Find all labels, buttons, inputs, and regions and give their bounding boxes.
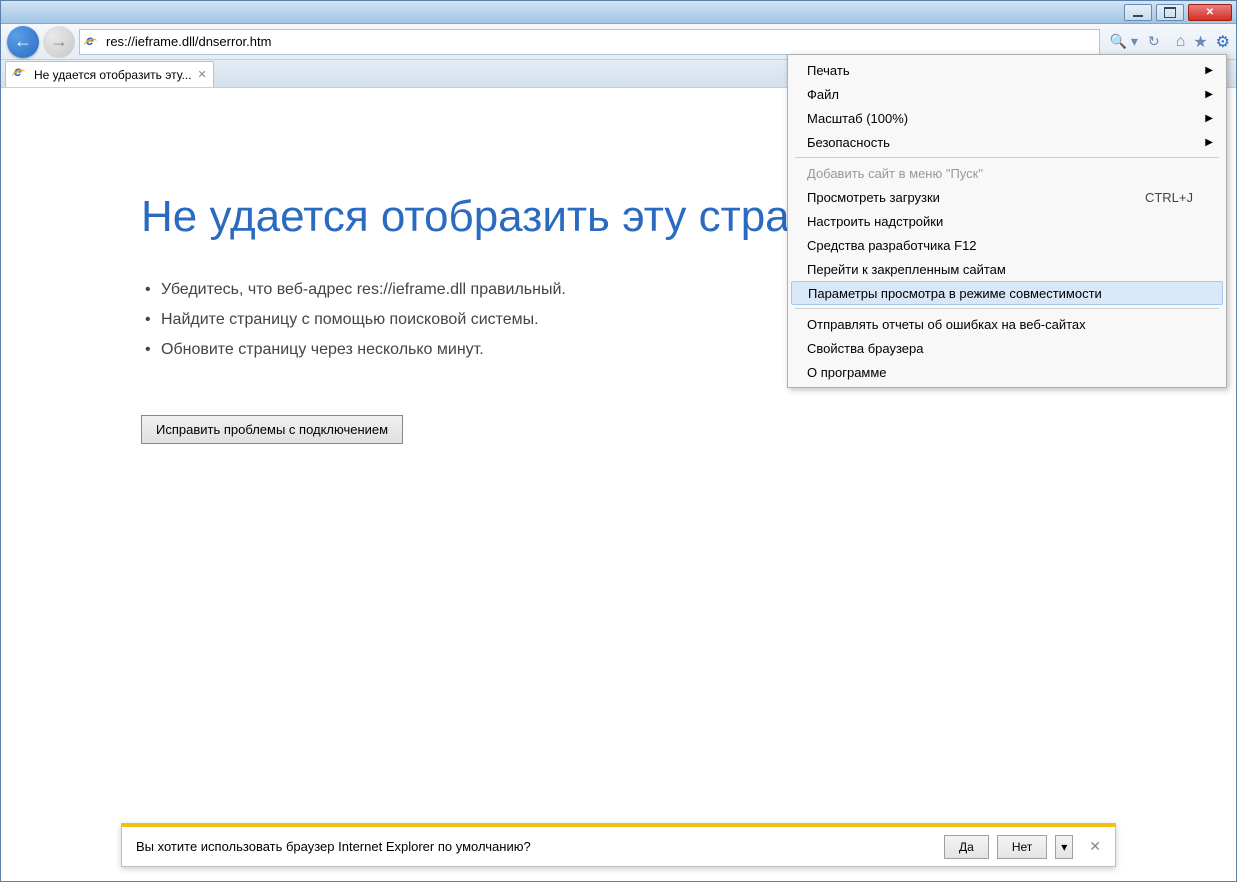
notification-bar: Вы хотите использовать браузер Internet …	[121, 823, 1116, 867]
submenu-arrow-icon: ▶	[1205, 137, 1213, 148]
menu-item[interactable]: Безопасность▶	[791, 130, 1223, 154]
menu-shortcut: CTRL+J	[1145, 190, 1193, 205]
tools-gear-icon[interactable]: ⚙	[1216, 32, 1230, 52]
search-icon[interactable]: 🔍 ▾	[1110, 33, 1138, 50]
submenu-arrow-icon: ▶	[1205, 89, 1213, 100]
notification-message: Вы хотите использовать браузер Internet …	[136, 839, 936, 854]
menu-separator	[795, 157, 1219, 158]
menu-item: Добавить сайт в меню "Пуск"	[791, 161, 1223, 185]
fix-connection-button[interactable]: Исправить проблемы с подключением	[141, 415, 403, 444]
tools-dropdown-menu: Печать▶Файл▶Масштаб (100%)▶Безопасность▶…	[787, 54, 1227, 388]
notification-no-dropdown[interactable]: ▾	[1055, 835, 1073, 859]
favorites-icon[interactable]: ★	[1193, 32, 1207, 52]
notification-close-icon[interactable]: ✕	[1089, 838, 1101, 855]
maximize-button[interactable]	[1156, 4, 1184, 21]
home-icon[interactable]: ⌂	[1176, 33, 1186, 51]
page-favicon	[84, 34, 100, 50]
refresh-icon[interactable]: ↻	[1148, 33, 1160, 50]
submenu-arrow-icon: ▶	[1205, 65, 1213, 76]
menu-item[interactable]: Файл▶	[791, 82, 1223, 106]
menu-item[interactable]: Средства разработчика F12	[791, 233, 1223, 257]
address-bar[interactable]	[79, 29, 1100, 55]
menu-item[interactable]: О программе	[791, 360, 1223, 384]
forward-button[interactable]	[43, 26, 75, 58]
menu-item[interactable]: Настроить надстройки	[791, 209, 1223, 233]
browser-tab[interactable]: Не удается отобразить эту... ✕	[5, 61, 214, 87]
submenu-arrow-icon: ▶	[1205, 113, 1213, 124]
url-input[interactable]	[106, 34, 1095, 49]
menu-item[interactable]: Отправлять отчеты об ошибках на веб-сайт…	[791, 312, 1223, 336]
window-titlebar	[1, 1, 1236, 24]
menu-item[interactable]: Свойства браузера	[791, 336, 1223, 360]
tab-favicon	[12, 65, 28, 84]
back-button[interactable]	[7, 26, 39, 58]
address-actions: 🔍 ▾ ↻	[1104, 33, 1166, 50]
tab-title: Не удается отобразить эту...	[34, 68, 192, 82]
notification-yes-button[interactable]: Да	[944, 835, 989, 859]
menu-item[interactable]: Масштаб (100%)▶	[791, 106, 1223, 130]
close-window-button[interactable]	[1188, 4, 1232, 21]
menu-item[interactable]: Параметры просмотра в режиме совместимос…	[791, 281, 1223, 305]
tab-close-icon[interactable]: ✕	[198, 68, 207, 81]
menu-item[interactable]: Просмотреть загрузкиCTRL+J	[791, 185, 1223, 209]
minimize-button[interactable]	[1124, 4, 1152, 21]
toolbar-icons: ⌂ ★ ⚙	[1170, 32, 1230, 52]
menu-item[interactable]: Печать▶	[791, 58, 1223, 82]
menu-separator	[795, 308, 1219, 309]
menu-item[interactable]: Перейти к закрепленным сайтам	[791, 257, 1223, 281]
notification-no-button[interactable]: Нет	[997, 835, 1047, 859]
